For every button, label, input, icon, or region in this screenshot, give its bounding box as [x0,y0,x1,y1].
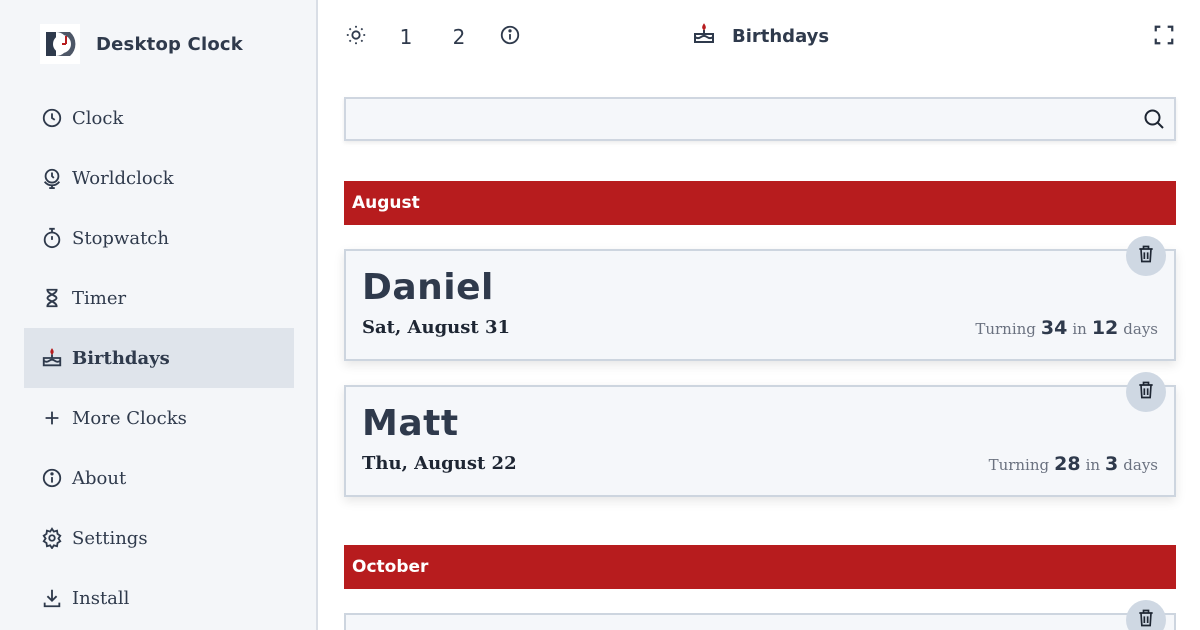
sidebar-item-label: Install [72,587,130,609]
search-icon[interactable] [1142,107,1166,131]
in-label: in [1072,320,1087,338]
sidebar-item-settings[interactable]: Settings [24,508,294,568]
sidebar-item-clock[interactable]: Clock [24,88,294,148]
fullscreen-icon [1153,24,1175,50]
sidebar-item-label: Birthdays [72,347,170,369]
days-value: 3 [1105,453,1119,475]
layout-1-button[interactable]: 1 [398,22,414,52]
sidebar-item-label: Timer [72,287,127,309]
birthday-card-partial [344,613,1176,630]
days-label: days [1123,320,1158,338]
page-title: Birthdays [692,22,829,50]
sidebar-item-stopwatch[interactable]: Stopwatch [24,208,294,268]
app-logo-icon [40,24,80,64]
globe-clock-icon [40,166,64,190]
sidebar-item-label: About [72,467,127,489]
info-icon [40,466,64,490]
download-icon [40,586,64,610]
days-label: days [1123,456,1158,474]
sidebar-item-label: Worldclock [72,167,174,189]
theme-toggle-button[interactable] [344,22,368,52]
gear-icon [40,526,64,550]
sidebar-item-label: Clock [72,107,124,129]
search-box [344,97,1176,141]
sun-icon [345,24,367,50]
trash-icon [1136,380,1156,404]
cake-icon [40,346,64,370]
sidebar-item-about[interactable]: About [24,448,294,508]
sidebar-item-install[interactable]: Install [24,568,294,628]
sidebar: Desktop Clock Clock Worldclock Stopwatch… [0,0,318,630]
birthday-countdown: Turning 28 in 3 days [989,453,1158,475]
fullscreen-button[interactable] [1152,22,1176,52]
layout-1-label: 1 [399,25,413,49]
month-header-august: August [344,181,1176,225]
page-title-text: Birthdays [732,25,830,47]
layout-2-button[interactable]: 2 [450,22,468,52]
sidebar-item-label: Stopwatch [72,227,169,249]
top-bar: 1 2 Birthdays [320,0,1200,74]
sidebar-item-more-clocks[interactable]: More Clocks [24,388,294,448]
days-value: 12 [1091,317,1119,339]
sidebar-nav: Clock Worldclock Stopwatch Timer Birthda… [24,88,294,628]
sidebar-item-birthdays[interactable]: Birthdays [24,328,294,388]
brand[interactable]: Desktop Clock [40,24,243,64]
birthday-card: Matt Thu, August 22 Turning 28 in 3 days [344,385,1176,497]
birthday-name: Matt [362,403,459,444]
sidebar-item-worldclock[interactable]: Worldclock [24,148,294,208]
plus-icon [40,406,64,430]
birthday-date: Thu, August 22 [362,453,517,474]
clock-icon [40,106,64,130]
layout-2-label: 2 [452,25,466,49]
info-button[interactable] [498,22,522,52]
birthday-countdown: Turning 34 in 12 days [975,317,1158,339]
age-value: 34 [1040,317,1068,339]
info-icon [499,24,521,50]
stopwatch-icon [40,226,64,250]
month-name: October [352,557,429,577]
birthday-card: Daniel Sat, August 31 Turning 34 in 12 d… [344,249,1176,361]
delete-button[interactable] [1126,236,1166,276]
hourglass-icon [40,286,64,310]
month-header-october: October [344,545,1176,589]
search-input[interactable] [346,99,1174,139]
sidebar-item-label: More Clocks [72,407,187,429]
in-label: in [1085,456,1101,474]
trash-icon [1136,244,1156,268]
app-title: Desktop Clock [96,33,243,55]
month-name: August [352,193,420,213]
turning-label: Turning [975,320,1036,338]
turning-label: Turning [988,456,1050,474]
cake-icon [692,22,716,50]
delete-button[interactable] [1126,372,1166,412]
birthday-date: Sat, August 31 [362,317,510,338]
sidebar-item-label: Settings [72,527,148,549]
sidebar-item-timer[interactable]: Timer [24,268,294,328]
age-value: 28 [1054,453,1081,475]
birthday-name: Daniel [362,267,494,308]
delete-button[interactable] [1126,600,1166,630]
trash-icon [1136,608,1156,630]
